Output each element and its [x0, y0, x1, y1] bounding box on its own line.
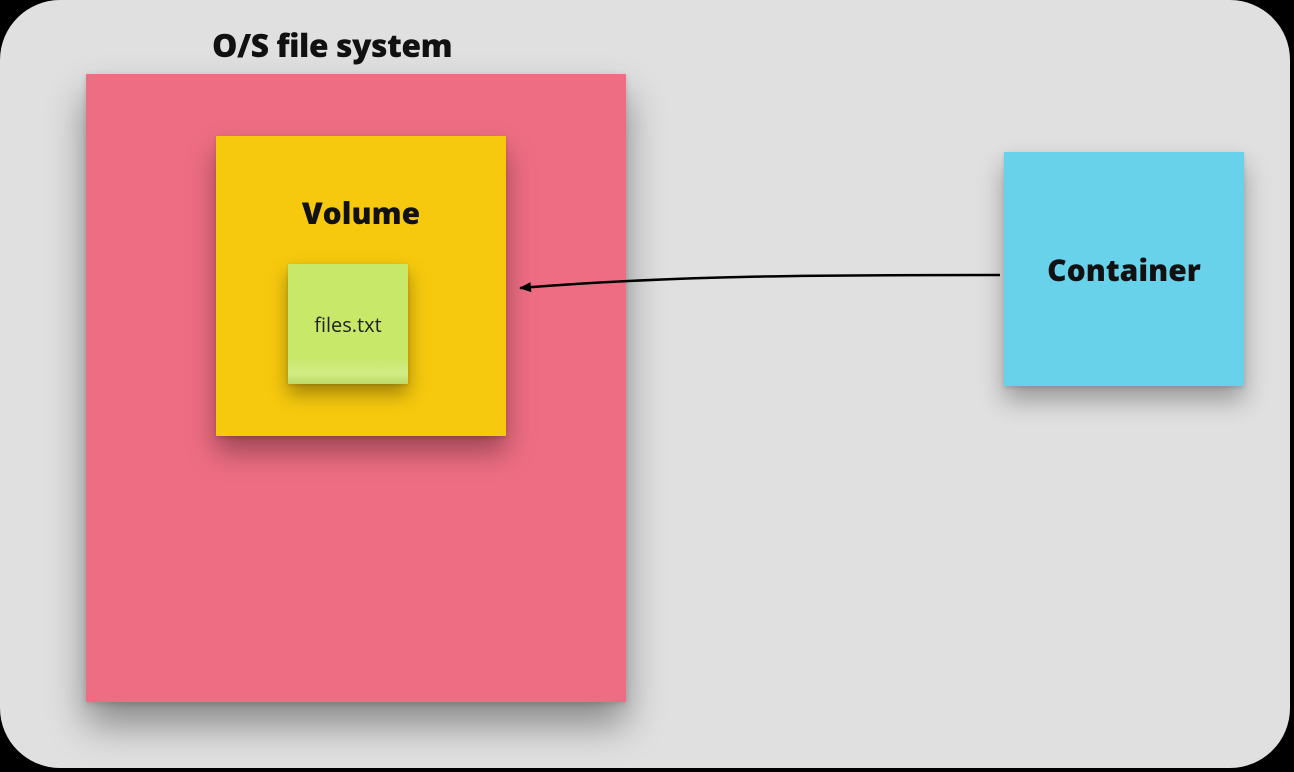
- volume-label: Volume: [216, 192, 506, 233]
- container-label: Container: [1047, 249, 1201, 290]
- diagram-title: O/S file system: [212, 24, 452, 67]
- file-sticky: files.txt: [288, 264, 408, 384]
- container-box: Container: [1004, 152, 1244, 386]
- diagram-stage: O/S file system Volume files.txt Contain…: [0, 0, 1294, 772]
- file-label: files.txt: [314, 311, 382, 338]
- diagram-canvas: O/S file system Volume files.txt Contain…: [0, 0, 1290, 768]
